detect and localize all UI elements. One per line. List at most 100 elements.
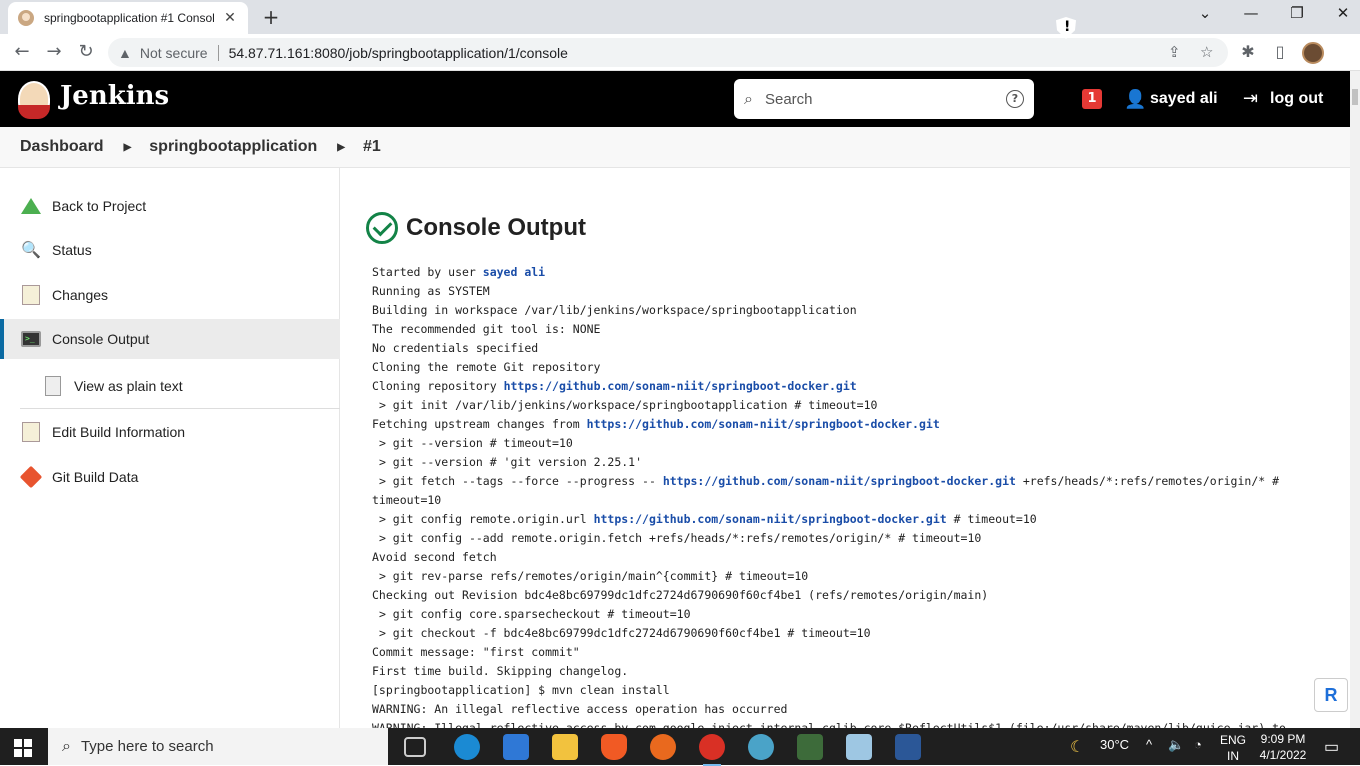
chrome-icon[interactable] <box>699 734 725 766</box>
jenkins-header: Jenkins ⌕ ? <box>0 71 1350 127</box>
sidebar-item-changes[interactable]: Changes <box>0 275 340 315</box>
up-arrow-icon <box>20 196 42 216</box>
network-icon[interactable]: ◔ <box>1194 737 1202 752</box>
git-icon <box>19 465 43 489</box>
windows-start-icon[interactable] <box>14 739 32 757</box>
console-line: > git init /var/lib/jenkins/workspace/sp… <box>372 396 1302 415</box>
console-line-text: No credentials specified <box>372 341 539 355</box>
console-line: > git config --add remote.origin.fetch +… <box>372 529 1302 548</box>
console-line: Cloning the remote Git repository <box>372 358 1302 377</box>
close-window-icon[interactable]: ✕ <box>1333 4 1353 22</box>
url-text[interactable]: 54.87.71.161:8080/job/springbootapplicat… <box>229 45 568 61</box>
page-scrollbar[interactable] <box>1350 71 1360 728</box>
omnibox[interactable]: ▲ Not secure 54.87.71.161:8080/job/sprin… <box>108 38 1228 67</box>
console-line: > git config remote.origin.url https://g… <box>372 510 1302 529</box>
success-check-icon <box>366 212 398 244</box>
new-tab-icon[interactable]: + <box>260 5 282 29</box>
main-content: Console Output Started by user sayed ali… <box>341 168 1350 728</box>
app-icon[interactable] <box>846 734 872 760</box>
jenkins-favicon-icon <box>18 10 34 26</box>
sidebar-item-edit-build-info[interactable]: Edit Build Information <box>0 412 340 452</box>
taskbar-search-placeholder: Type here to search <box>80 738 214 755</box>
weather-moon-icon[interactable]: ☾ <box>1070 737 1084 757</box>
console-line-text: Fetching upstream changes from <box>372 417 587 431</box>
time: 9:09 PM <box>1260 732 1306 746</box>
clock[interactable]: 9:09 PM 4/1/2022 <box>1258 731 1308 763</box>
document-icon <box>42 376 64 396</box>
breadcrumb-chevron-icon[interactable]: ▶ <box>124 142 132 153</box>
snipping-tool-icon[interactable] <box>797 734 823 760</box>
console-link[interactable]: https://github.com/sonam-niit/springboot… <box>594 512 947 526</box>
minimize-icon[interactable]: — <box>1241 4 1261 22</box>
breadcrumb-build[interactable]: #1 <box>363 138 381 156</box>
console-line: > git rev-parse refs/remotes/origin/main… <box>372 567 1302 586</box>
app-icon[interactable] <box>748 734 774 760</box>
console-link[interactable]: https://github.com/sonam-niit/springboot… <box>587 417 940 431</box>
brave-icon[interactable] <box>601 734 627 760</box>
console-link[interactable]: https://github.com/sonam-niit/springboot… <box>663 474 1016 488</box>
mail-icon[interactable] <box>503 734 529 760</box>
volume-icon[interactable]: 🔈 <box>1168 737 1184 753</box>
sidebar-item-plain-text[interactable]: View as plain text <box>0 366 340 406</box>
jenkins-brand-title[interactable]: Jenkins <box>60 81 169 111</box>
back-arrow-icon[interactable]: ← <box>10 41 34 62</box>
bookmark-star-icon[interactable]: ☆ <box>1200 43 1213 61</box>
language-indicator[interactable]: ENG IN <box>1220 732 1246 764</box>
console-line-text: WARNING: An illegal reflective access op… <box>372 702 788 716</box>
console-line-text: > git checkout -f bdc4e8bc69799dc1dfc272… <box>372 626 871 640</box>
console-line-text: Building in workspace /var/lib/jenkins/w… <box>372 303 857 317</box>
jenkins-butler-logo-icon[interactable] <box>18 81 50 119</box>
file-explorer-icon[interactable] <box>552 734 578 760</box>
search-box[interactable]: ⌕ ? <box>734 79 1034 119</box>
profile-avatar[interactable] <box>1302 42 1324 64</box>
console-link[interactable]: sayed ali <box>483 265 545 279</box>
console-link[interactable]: https://github.com/sonam-niit/springboot… <box>504 379 857 393</box>
sidebar-item-label: Console Output <box>52 331 150 347</box>
notifications-icon[interactable]: ▭ <box>1324 737 1339 757</box>
user-link[interactable]: sayed ali <box>1150 90 1218 108</box>
console-line: First time build. Skipping changelog. <box>372 662 1302 681</box>
console-line-text: The recommended git tool is: NONE <box>372 322 601 336</box>
notepad-icon <box>20 285 42 305</box>
sidebar-item-console-output[interactable]: >_ Console Output <box>0 319 340 359</box>
alert-count-badge[interactable]: 1 <box>1082 89 1102 109</box>
restore-icon[interactable]: ❐ <box>1287 4 1307 22</box>
share-icon[interactable]: ⇪ <box>1168 43 1181 61</box>
firefox-icon[interactable] <box>650 734 676 760</box>
edge-icon[interactable] <box>454 734 480 760</box>
extension-r-badge-icon[interactable]: R <box>1314 678 1348 712</box>
browser-tab[interactable]: springbootapplication #1 Consol ✕ <box>8 2 248 34</box>
address-bar-row: ← → ↻ ▲ Not secure 54.87.71.161:8080/job… <box>0 34 1360 71</box>
side-panel-icon[interactable]: ▯ <box>1270 42 1290 61</box>
tab-close-icon[interactable]: ✕ <box>222 10 238 26</box>
console-line: Cloning repository https://github.com/so… <box>372 377 1302 396</box>
sidebar-item-back-to-project[interactable]: Back to Project <box>0 186 340 226</box>
breadcrumb-chevron-icon[interactable]: ▶ <box>337 142 345 153</box>
logout-link[interactable]: log out <box>1270 90 1323 108</box>
extensions-puzzle-icon[interactable]: ✱ <box>1238 42 1258 61</box>
sidebar-item-label: Status <box>52 242 92 258</box>
sidebar-item-status[interactable]: 🔍 Status <box>0 230 340 270</box>
temperature[interactable]: 30°C <box>1100 737 1129 752</box>
date: 4/1/2022 <box>1259 748 1307 762</box>
tab-search-chevron-icon[interactable]: ⌄ <box>1195 4 1215 22</box>
forward-arrow-icon[interactable]: → <box>42 41 66 62</box>
tray-chevron-icon[interactable]: ^ <box>1146 737 1152 752</box>
word-icon[interactable] <box>895 734 921 760</box>
console-line: WARNING: An illegal reflective access op… <box>372 700 1302 719</box>
search-input[interactable] <box>764 90 1006 108</box>
reload-icon[interactable]: ↻ <box>74 41 98 62</box>
task-view-icon[interactable] <box>404 737 426 757</box>
windows-taskbar: ⌕ Type here to search ☾ 30°C ^ 🔈 ◔ ENG I… <box>0 728 1360 766</box>
sidebar-item-git-build-data[interactable]: Git Build Data <box>0 457 340 497</box>
breadcrumb-job[interactable]: springbootapplication <box>149 138 317 156</box>
console-line-text: > git config core.sparsecheckout # timeo… <box>372 607 691 621</box>
sidebar-item-label: Back to Project <box>52 198 147 214</box>
terminal-icon: >_ <box>20 329 42 349</box>
help-icon[interactable]: ? <box>1006 90 1024 108</box>
console-line: > git --version # 'git version 2.25.1' <box>372 453 1302 472</box>
taskbar-search[interactable]: ⌕ Type here to search <box>48 728 388 765</box>
breadcrumb-dashboard[interactable]: Dashboard <box>20 138 104 156</box>
console-line: Fetching upstream changes from https://g… <box>372 415 1302 434</box>
region: IN <box>1227 749 1239 763</box>
